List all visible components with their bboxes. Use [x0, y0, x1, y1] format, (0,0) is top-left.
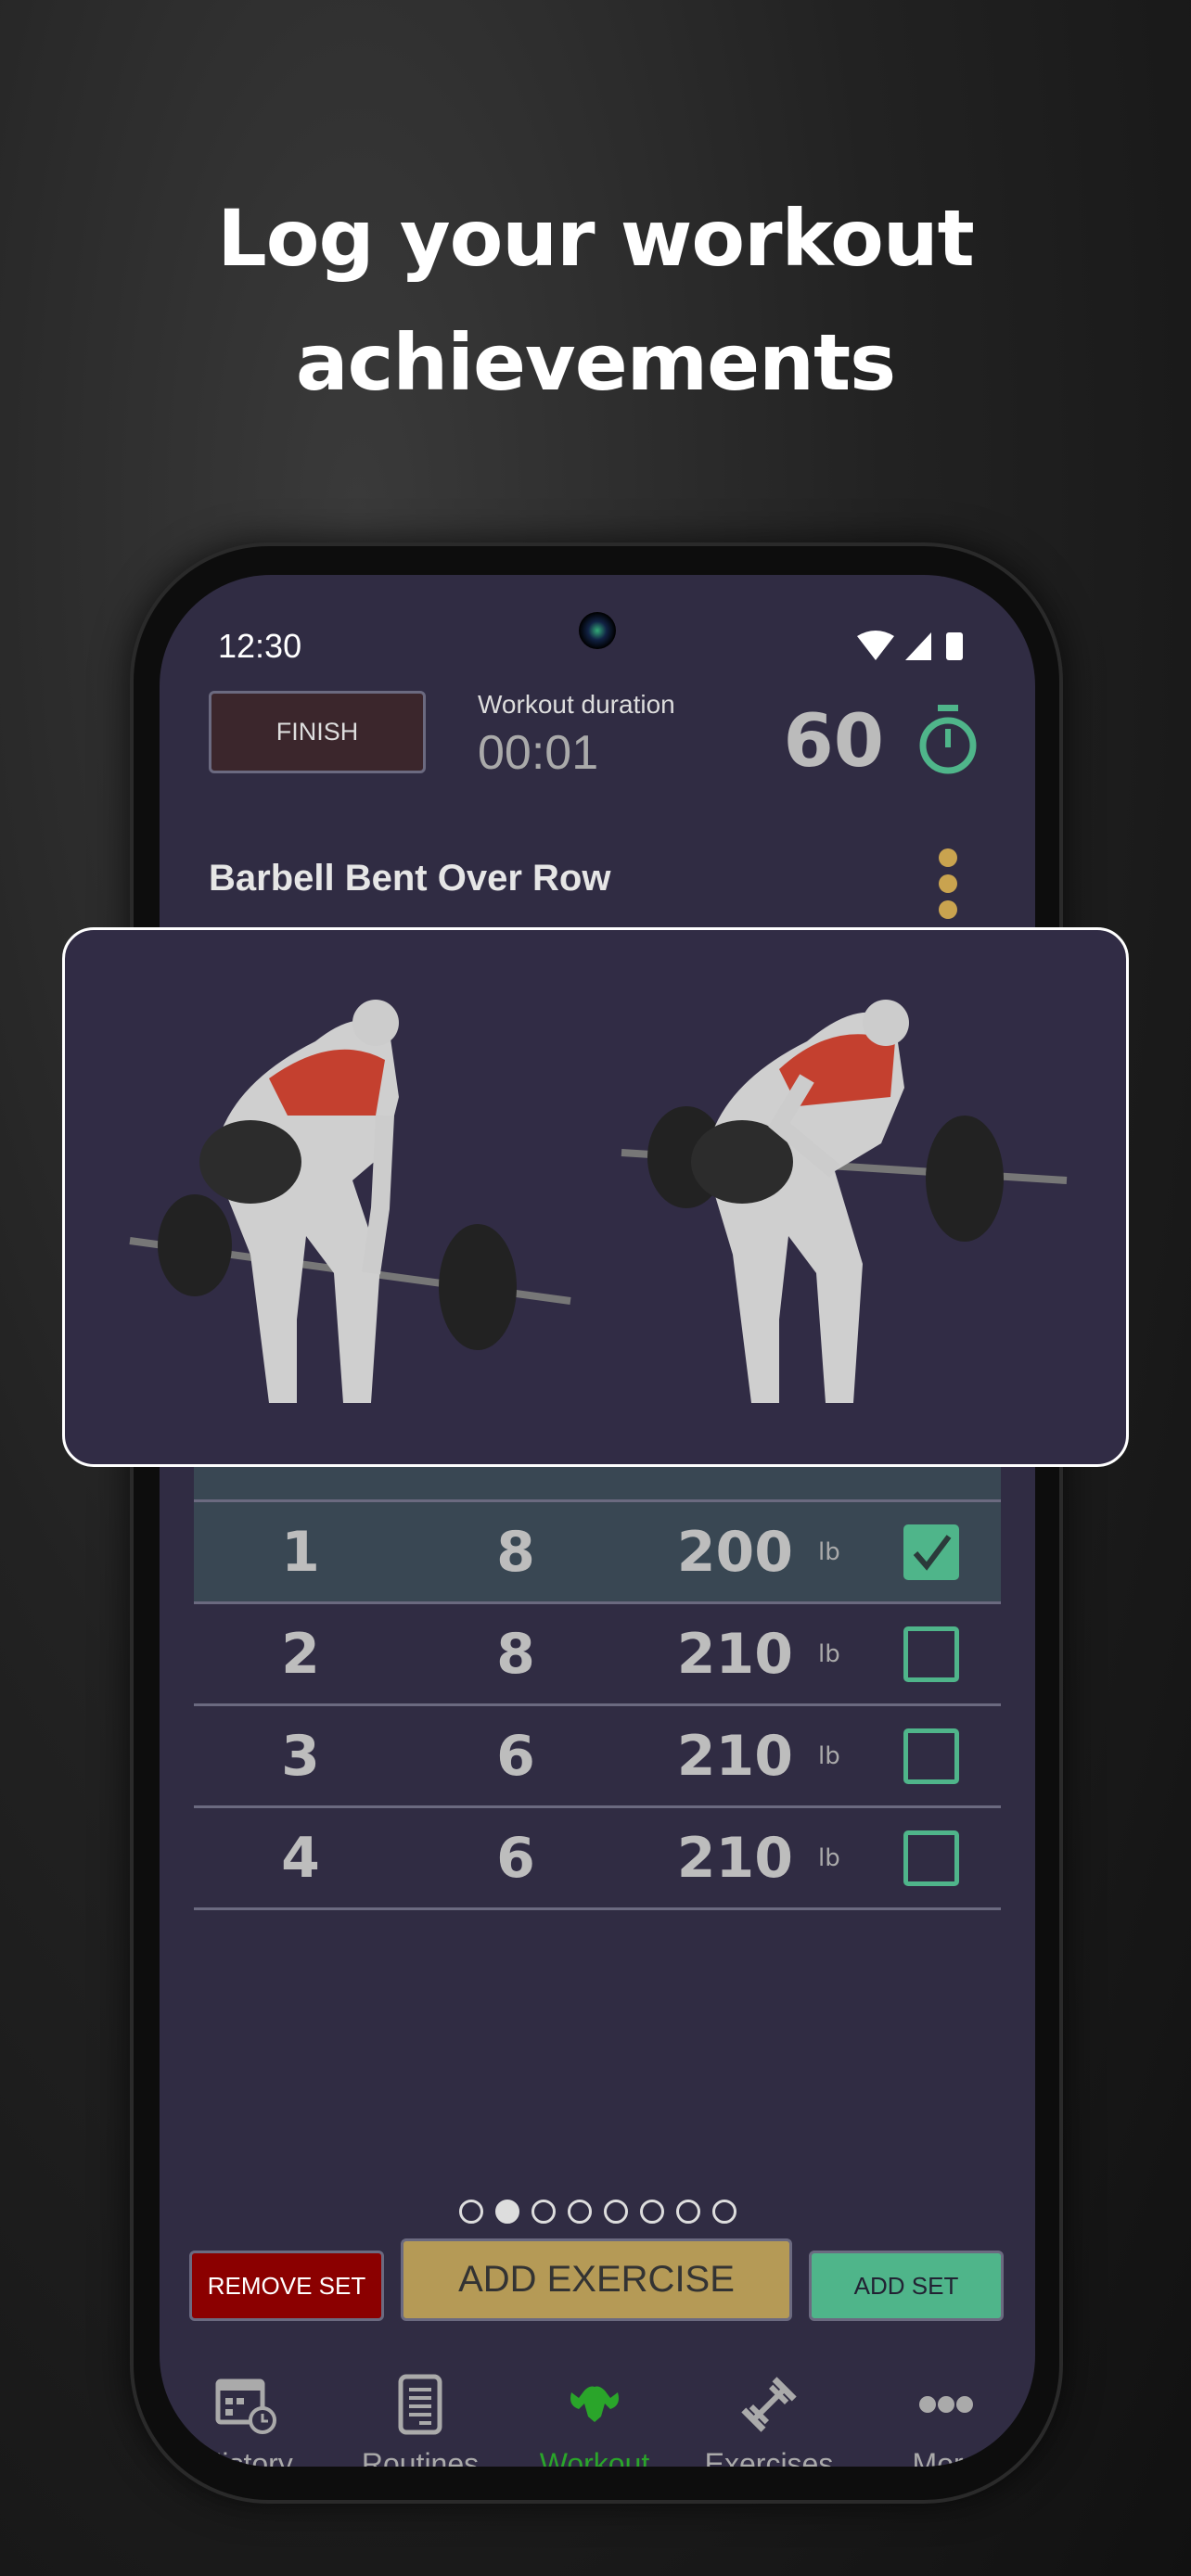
page-dot[interactable]	[603, 2200, 628, 2224]
nav-label: Exercises	[704, 2447, 834, 2467]
status-time: 12:30	[218, 627, 302, 665]
table-row[interactable]: 3 6 210 lb	[194, 1706, 1001, 1808]
table-row[interactable]: 4 6 210 lb	[194, 1808, 1001, 1910]
weight-value[interactable]: 200	[677, 1520, 793, 1585]
status-icons	[857, 631, 963, 660]
exercise-menu-icon[interactable]	[939, 848, 963, 919]
exercise-title: Barbell Bent Over Row	[209, 858, 611, 899]
exercise-illustration-card	[62, 927, 1129, 1467]
phone-screen: 12:30 FINISH Workout duration 00:01 60 B…	[160, 575, 1035, 2467]
page-indicator[interactable]	[160, 2200, 1035, 2224]
weight-value[interactable]: 210	[677, 1724, 793, 1789]
weight-value[interactable]: 210	[677, 1622, 793, 1687]
nav-more[interactable]: More	[853, 2374, 1035, 2467]
dumbbell-icon	[741, 2377, 797, 2432]
page-dot[interactable]	[675, 2200, 700, 2224]
weight-unit: lb	[818, 1639, 840, 1668]
page-dot-active[interactable]	[494, 2200, 519, 2224]
nav-label: History	[200, 2447, 293, 2467]
page-dot[interactable]	[639, 2200, 664, 2224]
set-number: 2	[281, 1621, 320, 1687]
exercise-illustration	[129, 1000, 1068, 1403]
weight-value[interactable]: 210	[677, 1826, 793, 1891]
reps-value[interactable]: 6	[496, 1826, 535, 1891]
remove-set-button[interactable]: REMOVE SET	[189, 2251, 384, 2321]
set-number: 4	[281, 1825, 320, 1891]
set-complete-checkbox[interactable]	[903, 1830, 959, 1886]
headline: Log your workout achievements	[0, 176, 1191, 425]
weight-unit: lb	[818, 1843, 840, 1872]
duration-value: 00:01	[478, 726, 599, 780]
nav-exercises[interactable]: Exercises	[676, 2374, 862, 2467]
table-row[interactable]: 2 8 210 lb	[194, 1604, 1001, 1706]
page-dot[interactable]	[711, 2200, 736, 2224]
nav-history[interactable]: History	[160, 2374, 339, 2467]
reps-value[interactable]: 6	[496, 1724, 535, 1789]
weight-unit: lb	[818, 1741, 840, 1770]
set-complete-checkbox[interactable]	[903, 1728, 959, 1784]
wifi-icon	[857, 631, 894, 660]
reps-value[interactable]: 8	[496, 1622, 535, 1687]
set-number: 1	[281, 1519, 320, 1585]
calendar-clock-icon	[215, 2378, 276, 2434]
page-dot[interactable]	[531, 2200, 556, 2224]
add-exercise-button[interactable]: ADD EXERCISE	[401, 2238, 792, 2321]
reps-value[interactable]: 8	[496, 1520, 535, 1585]
add-set-button[interactable]: ADD SET	[809, 2251, 1004, 2321]
table-row[interactable]: 1 8 200 lb	[194, 1502, 1001, 1604]
figure-bottom-position	[129, 1000, 571, 1403]
check-icon	[913, 1534, 952, 1571]
page-dot[interactable]	[458, 2200, 483, 2224]
figure-top-position	[621, 1000, 1068, 1403]
nav-routines[interactable]: Routines	[327, 2374, 513, 2467]
nav-label: Workout	[539, 2447, 650, 2467]
weight-unit: lb	[818, 1537, 840, 1566]
rest-timer-value[interactable]: 60	[783, 700, 884, 784]
finish-button[interactable]: FINISH	[209, 691, 426, 773]
set-complete-checkbox[interactable]	[903, 1626, 959, 1682]
set-number: 3	[281, 1723, 320, 1789]
nav-label: More	[912, 2447, 980, 2467]
more-dots-icon	[919, 2396, 973, 2413]
nav-label: Routines	[361, 2447, 480, 2467]
battery-icon	[946, 632, 963, 660]
headline-line-1: Log your workout	[217, 193, 975, 284]
muscle-icon	[570, 2386, 619, 2422]
signal-icon	[905, 632, 931, 660]
duration-label: Workout duration	[478, 690, 675, 719]
camera-icon	[579, 612, 616, 649]
clipboard-list-icon	[398, 2374, 442, 2435]
headline-line-2: achievements	[295, 317, 896, 408]
stopwatch-icon[interactable]	[916, 703, 980, 775]
page-dot[interactable]	[567, 2200, 592, 2224]
nav-workout[interactable]: Workout	[502, 2374, 687, 2467]
set-complete-checkbox[interactable]	[903, 1524, 959, 1580]
